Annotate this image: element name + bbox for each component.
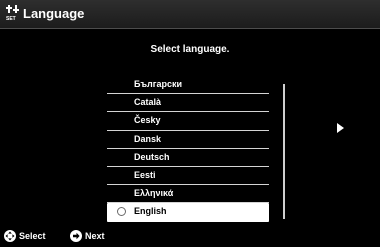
radio-selected-icon xyxy=(117,207,126,217)
list-item[interactable]: Deutsch xyxy=(107,149,269,167)
list-item-selected[interactable]: English xyxy=(107,203,269,222)
list-item[interactable]: Dansk xyxy=(107,131,269,149)
language-label: Ελληνικά xyxy=(134,188,174,199)
footer-hints: Select Next xyxy=(0,226,380,247)
title-bar: SET Language xyxy=(0,0,380,29)
svg-text:SET: SET xyxy=(6,16,16,21)
page-title: Language xyxy=(23,6,85,21)
language-label: English xyxy=(134,206,167,217)
tools-icon: SET xyxy=(6,5,19,21)
list-item[interactable]: Česky xyxy=(107,112,269,131)
list-item[interactable]: Català xyxy=(107,94,269,113)
list-item[interactable]: Български xyxy=(107,76,269,95)
select-label: Select xyxy=(19,231,46,241)
dpad-icon xyxy=(4,230,16,242)
language-label: Deutsch xyxy=(134,151,170,162)
language-label: Català xyxy=(134,97,162,108)
language-list[interactable]: Български Català Česky Dansk Deutsch Ees… xyxy=(107,76,269,222)
language-label: Dansk xyxy=(134,133,162,144)
language-panel: Select language. Български Català Česky … xyxy=(0,29,380,222)
scrollbar[interactable] xyxy=(283,84,285,219)
language-label: Български xyxy=(134,79,183,89)
language-label: Česky xyxy=(134,115,161,126)
select-hint: Select xyxy=(4,230,46,242)
language-label: Eesti xyxy=(134,169,156,180)
list-item[interactable]: Eesti xyxy=(107,167,269,186)
list-item[interactable]: Ελληνικά xyxy=(107,185,269,204)
next-label: Next xyxy=(85,231,105,241)
arrow-circle-icon xyxy=(70,230,82,242)
next-hint: Next xyxy=(70,230,105,242)
play-right-icon[interactable] xyxy=(337,123,344,133)
prompt-text: Select language. xyxy=(150,44,230,55)
